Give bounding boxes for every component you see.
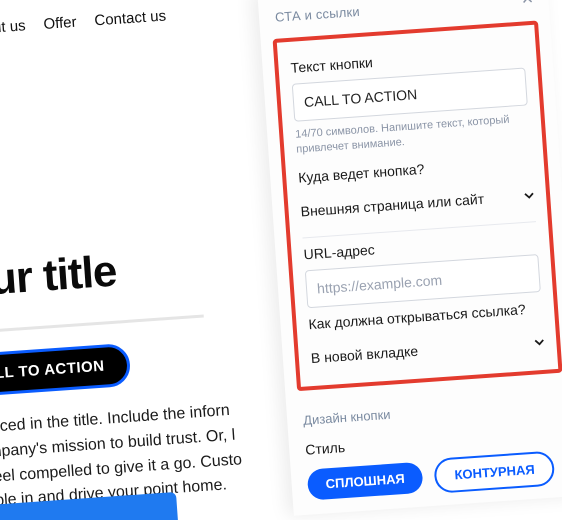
nav-link[interactable]: Offer — [43, 14, 77, 33]
select-value: Внешняя страница или сайт — [300, 190, 484, 219]
nav-link[interactable]: Contact us — [94, 7, 167, 29]
nav-link[interactable]: ut us — [0, 17, 26, 36]
chevron-down-icon — [524, 190, 535, 201]
title-underline — [0, 315, 204, 336]
page-title: your title — [0, 34, 302, 309]
chevron-down-icon — [534, 337, 545, 348]
style-option-solid[interactable]: СПЛОШНАЯ — [307, 461, 424, 500]
highlighted-settings-group: Текст кнопки CALL TO ACTION 14/70 символ… — [273, 20, 562, 390]
style-option-outline[interactable]: КОНТУРНАЯ — [433, 450, 555, 493]
settings-panel: СТА и ссылки Текст кнопки CALL TO ACTION… — [257, 0, 562, 515]
url-input[interactable]: https://example.com — [305, 254, 541, 308]
link-open-select[interactable]: В новой вкладке — [310, 324, 546, 376]
style-options: СПЛОШНАЯ КОНТУРНАЯ Больше с — [307, 449, 562, 502]
select-value: В новой вкладке — [310, 342, 418, 365]
chevron-up-icon — [522, 0, 533, 5]
panel-section-title: СТА и ссылки — [275, 4, 361, 25]
button-destination-select[interactable]: Внешняя страница или сайт — [299, 177, 535, 229]
